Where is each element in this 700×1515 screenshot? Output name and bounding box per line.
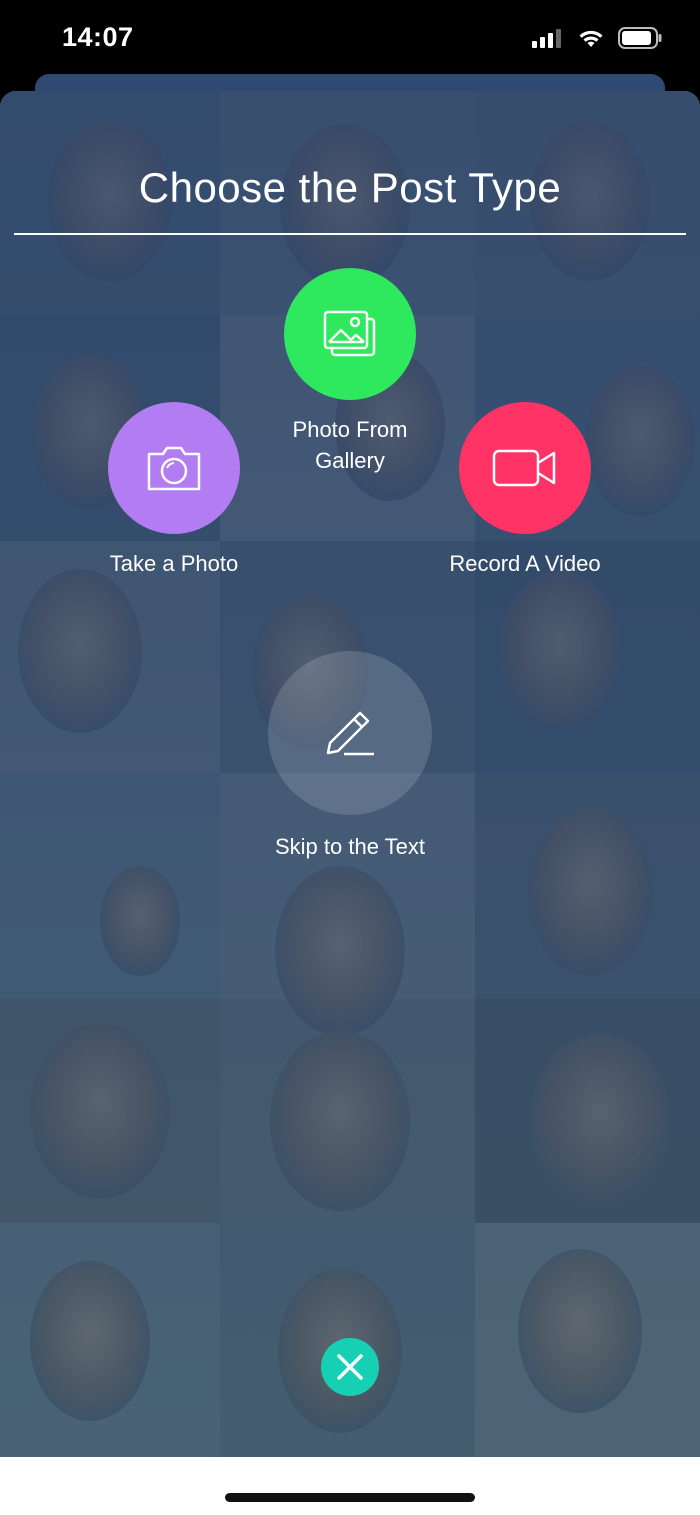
title-divider [14, 233, 686, 235]
gallery-button[interactable] [284, 268, 416, 400]
cellular-signal-icon [532, 29, 561, 48]
close-icon [337, 1354, 363, 1380]
skip-to-text-option[interactable]: Skip to the Text [250, 651, 450, 862]
status-icons [532, 27, 662, 49]
record-video-label: Record A Video [449, 551, 601, 576]
gallery-icon [323, 310, 376, 357]
status-bar: 14:07 [0, 0, 700, 80]
close-button[interactable] [321, 1338, 379, 1396]
video-camera-icon [492, 449, 556, 487]
skip-to-text-button[interactable] [268, 651, 432, 815]
gallery-label: Photo From Gallery [292, 417, 408, 473]
take-a-photo-option[interactable]: Take a Photo [74, 402, 274, 579]
record-a-video-option[interactable]: Record A Video [425, 402, 625, 579]
home-indicator-area [0, 1457, 700, 1515]
take-photo-label: Take a Photo [109, 551, 239, 576]
camera-icon [147, 446, 201, 491]
pencil-icon [326, 711, 374, 756]
record-video-button[interactable] [459, 402, 591, 534]
sheet-title: Choose the Post Type [138, 164, 562, 211]
photo-from-gallery-option[interactable]: Photo From Gallery [250, 268, 450, 476]
status-time: 14:07 [62, 22, 134, 52]
take-photo-button[interactable] [108, 402, 240, 534]
skip-to-text-label: Skip to the Text [274, 834, 425, 859]
battery-icon [618, 27, 662, 49]
home-indicator[interactable] [225, 1493, 475, 1502]
wifi-icon [579, 30, 603, 47]
